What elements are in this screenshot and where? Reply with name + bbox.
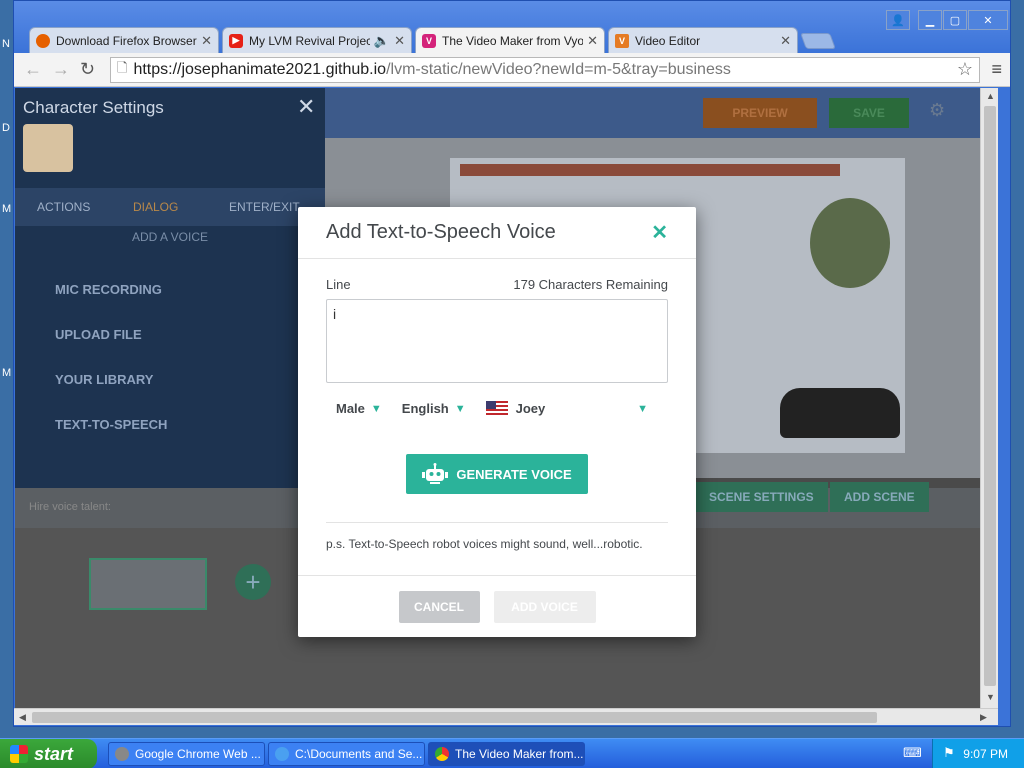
menu-icon[interactable]: ≡: [991, 59, 1002, 80]
modal-footer: CANCEL ADD VOICE: [298, 575, 696, 637]
url-host: https://josephanimate2021.github.io: [133, 61, 387, 78]
chevron-down-icon: ▼: [454, 402, 466, 415]
voice-select[interactable]: Joey ▼: [476, 401, 668, 416]
scroll-left-arrow[interactable]: ◀: [19, 712, 26, 723]
desktop-icon-label: M: [2, 203, 12, 215]
line-input[interactable]: [326, 299, 668, 383]
keyboard-icon[interactable]: ⌨: [903, 745, 922, 761]
clock: 9:07 PM: [963, 747, 1008, 761]
taskbar-item-explorer[interactable]: C:\Documents and Se...: [268, 742, 425, 766]
network-icon[interactable]: ⚑: [943, 745, 955, 761]
tab-label: My LVM Revival Project F: [249, 33, 370, 48]
close-icon[interactable]: ✕: [587, 33, 598, 49]
back-icon[interactable]: ←: [24, 59, 42, 80]
maximize-button[interactable]: ▢: [943, 10, 967, 30]
start-label: start: [34, 743, 74, 764]
add-voice-button[interactable]: ADD VOICE: [493, 590, 596, 623]
minimize-button[interactable]: ▁: [918, 10, 942, 30]
tts-modal: Add Text-to-Speech Voice ✕ Line 179 Char…: [298, 207, 696, 637]
windows-logo-icon: [10, 745, 28, 763]
firefox-icon: [36, 33, 50, 48]
tab-vyond[interactable]: V The Video Maker from Vyond ✕: [415, 27, 605, 53]
taskbar: start Google Chrome Web ... C:\Documents…: [0, 738, 1024, 768]
new-tab-button[interactable]: [800, 33, 836, 49]
us-flag-icon: [485, 401, 508, 416]
ps-note: p.s. Text-to-Speech robot voices might s…: [326, 522, 668, 551]
raccoon-icon: [115, 747, 129, 761]
scrollbar-thumb[interactable]: [32, 712, 877, 723]
close-window-button[interactable]: ✕: [968, 10, 1008, 30]
close-icon[interactable]: ✕: [201, 33, 212, 49]
tab-label: Video Editor: [635, 33, 701, 48]
system-tray: ⚑ 9:07 PM: [932, 739, 1024, 768]
chrome-icon: [435, 747, 449, 761]
chars-remaining: 179 Characters Remaining: [513, 277, 668, 292]
voice-value: Joey: [515, 401, 546, 416]
generate-voice-label: GENERATE VOICE: [456, 466, 572, 482]
tab-video-editor[interactable]: V Video Editor ✕: [608, 27, 798, 53]
language-value: English: [401, 401, 449, 416]
language-select[interactable]: English ▼: [392, 401, 476, 416]
address-bar[interactable]: 🗋 https://josephanimate2021.github.io/lv…: [110, 57, 980, 83]
horizontal-scrollbar[interactable]: ◀ ▶: [14, 708, 998, 725]
chevron-down-icon: ▼: [370, 402, 382, 415]
desktop-icon-label: M: [2, 367, 12, 379]
video-editor-icon: V: [615, 33, 629, 48]
taskbar-item-chrome-store[interactable]: Google Chrome Web ...: [108, 742, 265, 766]
task-label: Google Chrome Web ...: [135, 747, 261, 761]
url-path: /lvm-static/newVideo?newId=m-5&tray=busi…: [386, 61, 731, 78]
line-label: Line: [326, 277, 351, 292]
tab-strip: Download Firefox Browser — ✕ ▶ My LVM Re…: [14, 1, 1010, 53]
start-button[interactable]: start: [0, 739, 97, 768]
browser-window: Download Firefox Browser — ✕ ▶ My LVM Re…: [13, 0, 1011, 727]
scrollbar-thumb[interactable]: [984, 106, 996, 686]
youtube-icon: ▶: [229, 33, 243, 48]
desktop-icon-label: N: [2, 38, 10, 50]
reload-icon[interactable]: ↻: [80, 59, 95, 80]
robot-icon: [422, 463, 449, 484]
modal-header: Add Text-to-Speech Voice ✕: [298, 207, 696, 259]
scroll-up-arrow[interactable]: ▲: [986, 91, 995, 101]
vertical-scrollbar[interactable]: ▲ ▼: [980, 88, 998, 708]
chevron-down-icon: ▼: [637, 402, 648, 415]
scroll-right-arrow[interactable]: ▶: [980, 712, 987, 723]
page-icon: 🗋: [117, 60, 128, 75]
tab-firefox[interactable]: Download Firefox Browser — ✕: [29, 27, 219, 53]
bookmark-star-icon[interactable]: ☆: [957, 59, 973, 80]
vyond-icon: V: [422, 33, 436, 48]
gender-select[interactable]: Male ▼: [326, 401, 392, 416]
forward-icon[interactable]: →: [52, 59, 70, 80]
cancel-button[interactable]: CANCEL: [398, 590, 480, 623]
task-label: The Video Maker from...: [455, 747, 584, 761]
generate-voice-button[interactable]: GENERATE VOICE: [406, 454, 588, 494]
modal-body: Line 179 Characters Remaining Male ▼ Eng…: [298, 259, 696, 551]
desktop-icon-label: D: [2, 122, 10, 134]
line-label-row: Line 179 Characters Remaining: [326, 277, 668, 292]
close-icon[interactable]: ✕: [394, 33, 405, 49]
voice-selectors: Male ▼ English ▼ Joey ▼: [326, 401, 668, 416]
browser-toolbar: ← → ↻ 🗋 https://josephanimate2021.github…: [14, 53, 1010, 87]
tab-label: Download Firefox Browser —: [56, 33, 198, 48]
tab-youtube[interactable]: ▶ My LVM Revival Project F 🔈 ✕: [222, 27, 412, 53]
speaker-icon: 🔈: [373, 32, 391, 48]
gender-value: Male: [336, 401, 365, 416]
ie-icon: [275, 747, 289, 761]
scroll-down-arrow[interactable]: ▼: [986, 692, 995, 702]
task-label: C:\Documents and Se...: [295, 747, 423, 761]
modal-title: Add Text-to-Speech Voice: [326, 221, 556, 243]
close-icon[interactable]: ✕: [780, 33, 791, 49]
user-icon[interactable]: 👤: [886, 10, 910, 30]
tab-label: The Video Maker from Vyond: [442, 33, 584, 48]
taskbar-item-video-maker[interactable]: The Video Maker from...: [428, 742, 585, 766]
web-page: PREVIEW SAVE ⚙ Character Settings ✕ ACTI…: [15, 88, 980, 708]
close-icon[interactable]: ✕: [651, 220, 668, 245]
